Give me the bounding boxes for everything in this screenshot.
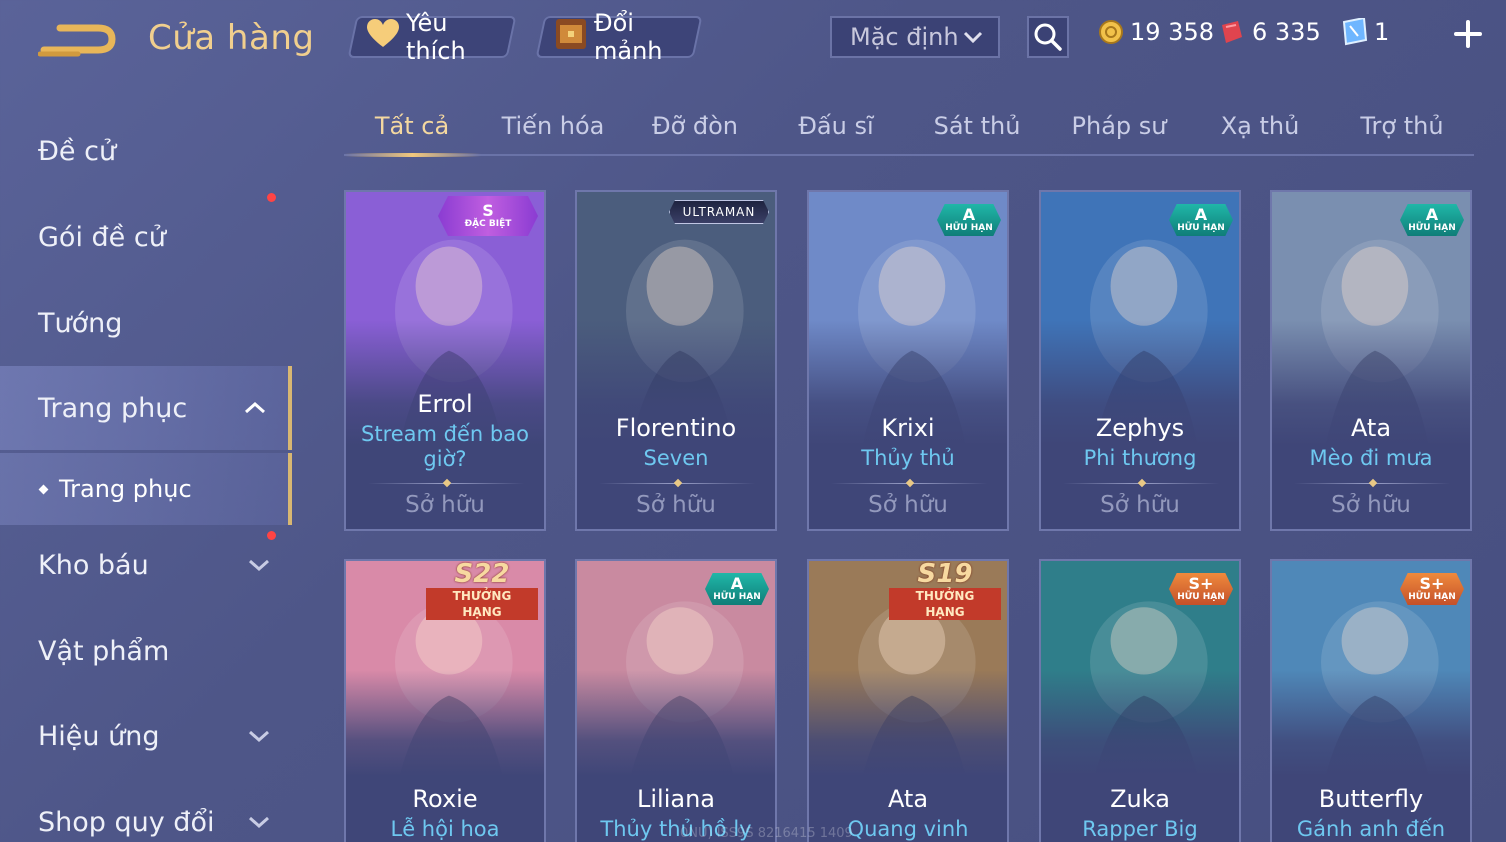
limited-tier-badge: A HỮU HẠN [705, 573, 769, 605]
sidebar-item-heroes[interactable]: Tướng [0, 281, 292, 365]
gold-coin-balance: 19 358 [1098, 18, 1214, 46]
skin-name: Gánh anh đến cùng [1296, 817, 1446, 841]
season-reward-badge: S19 THƯỞNG HẠNG [889, 561, 1001, 620]
skin-name: Thủy thủ [861, 446, 955, 470]
hero-name: Zuka [1110, 785, 1170, 813]
tab-support[interactable]: Trợ thủ [1334, 112, 1470, 140]
sidebar-item-skins[interactable]: Trang phục [0, 366, 292, 450]
sidebar-item-items[interactable]: Vật phẩm [0, 609, 292, 693]
owned-status: Sở hữu [636, 492, 716, 518]
tab-tank[interactable]: Đỡ đòn [627, 112, 763, 140]
skin-name: Seven [643, 446, 709, 470]
skin-name: Stream đến bao giờ? [361, 422, 529, 471]
owned-status: Sở hữu [868, 492, 948, 518]
hero-name: Zephys [1095, 414, 1185, 442]
skin-name: Phi thương [1083, 446, 1197, 470]
hero-name: Butterfly [1318, 785, 1424, 813]
skin-name: Rapper Big Panda [1082, 817, 1198, 841]
hero-name: Ata [1350, 414, 1392, 442]
limited-tier-badge: A HỮU HẠN [1400, 204, 1464, 236]
sidebar-item-exchange-shop[interactable]: Shop quy đổi [0, 780, 292, 842]
treasure-chest-icon [554, 17, 588, 57]
red-voucher-balance: 6 335 [1218, 18, 1321, 46]
limited-tier-badge: S+ HỮU HẠN [1169, 573, 1233, 605]
sidebar-subitem-skins[interactable]: Trang phục [0, 453, 292, 525]
notification-dot [267, 193, 276, 202]
back-arrow-icon[interactable] [38, 20, 118, 62]
hero-name: Florentino [615, 414, 737, 442]
hero-name: Liliana [637, 785, 715, 813]
hero-name: Krixi [881, 414, 935, 442]
skin-card[interactable]: A HỮU HẠN Krixi Thủy thủ Sở hữu [807, 190, 1009, 531]
search-button[interactable] [1027, 16, 1069, 58]
tab-evolution[interactable]: Tiến hóa [485, 112, 621, 140]
favorites-button[interactable]: Yêu thích [347, 9, 517, 65]
active-tab-indicator [344, 153, 481, 157]
hero-name: Errol [417, 390, 473, 418]
page-title: Cửa hàng [148, 18, 315, 58]
sidebar-item-bundles[interactable]: Gói đề cử [0, 193, 292, 279]
exchange-label: Đổi mảnh [594, 9, 663, 65]
sidebar-item-recommended[interactable]: Đề cử [0, 109, 292, 193]
skin-card[interactable]: S+ HỮU HẠN Butterfly Gánh anh đến cùng [1270, 559, 1472, 842]
category-tabs: Tất cả Tiến hóa Đỡ đòn Đấu sĩ Sát thủ Ph… [344, 100, 1474, 157]
limited-tier-badge: S+ HỮU HẠN [1400, 573, 1464, 605]
special-tier-badge: S ĐẶC BIỆT [438, 196, 538, 236]
hero-name: Roxie [412, 785, 478, 813]
tab-fighter[interactable]: Đấu sĩ [768, 112, 904, 140]
blue-ticket-balance: 1 [1340, 18, 1389, 46]
ultraman-collab-badge: ULTRAMAN [669, 200, 769, 224]
skin-card[interactable]: ULTRAMAN Florentino Seven Sở hữu [575, 190, 777, 531]
chevron-down-icon [963, 31, 983, 44]
limited-tier-badge: A HỮU HẠN [1169, 204, 1233, 236]
skin-name: Mèo đi mưa [1309, 446, 1433, 470]
tab-marksman[interactable]: Xạ thủ [1192, 112, 1328, 140]
heart-icon [366, 19, 400, 55]
add-currency-icon[interactable] [1452, 18, 1484, 50]
top-bar: Cửa hàng Yêu thích Đổi mảnh Mặc định 19 … [0, 0, 1506, 80]
skin-card[interactable]: S22 THƯỞNG HẠNG Roxie Lễ hội hoa [344, 559, 546, 842]
sidebar-item-effects[interactable]: Hiệu ứng [0, 694, 292, 778]
skin-name: Lễ hội hoa [390, 817, 500, 841]
favorites-label: Yêu thích [406, 9, 466, 65]
sort-selected-value: Mặc định [850, 23, 959, 51]
chevron-down-icon [249, 730, 269, 743]
red-voucher-icon [1218, 19, 1246, 45]
notification-dot [267, 531, 276, 540]
skin-card[interactable]: S19 THƯỞNG HẠNG Ata Quang vinh [807, 559, 1009, 842]
chevron-down-icon [249, 816, 269, 829]
sort-dropdown[interactable]: Mặc định [830, 16, 1000, 58]
skin-card[interactable]: S+ HỮU HẠN Zuka Rapper Big Panda [1039, 559, 1241, 842]
skin-card[interactable]: S ĐẶC BIỆT Errol Stream đến bao giờ? Sở hữ… [344, 190, 546, 531]
tab-all[interactable]: Tất cả [344, 112, 480, 140]
season-reward-badge: S22 THƯỞNG HẠNG [426, 561, 538, 620]
tab-mage[interactable]: Pháp sư [1051, 112, 1187, 140]
chevron-down-icon [249, 559, 269, 572]
owned-status: Sở hữu [1100, 492, 1180, 518]
hero-name: Ata [887, 785, 929, 813]
owned-status: Sở hữu [405, 492, 485, 518]
sidebar-item-treasure[interactable]: Kho báu [0, 523, 292, 607]
sidebar: Đề cử Gói đề cử Tướng Trang phục Trang p… [0, 105, 292, 842]
chevron-up-icon [245, 401, 265, 414]
skin-card[interactable]: A HỮU HẠN Ata Mèo đi mưa Sở hữu [1270, 190, 1472, 531]
limited-tier-badge: A HỮU HẠN [937, 204, 1001, 236]
gold-coin-icon [1098, 19, 1124, 45]
blue-ticket-icon [1340, 18, 1368, 46]
exchange-shards-button[interactable]: Đổi mảnh [535, 9, 703, 65]
tab-assassin[interactable]: Sát thủ [909, 112, 1045, 140]
skin-card[interactable]: A HỮU HẠN Zephys Phi thương Sở hữu [1039, 190, 1241, 531]
search-icon [1034, 23, 1062, 51]
watermark: 0NU) ISS9S 8216415 1409 [680, 826, 853, 841]
owned-status: Sở hữu [1331, 492, 1411, 518]
skin-card[interactable]: A HỮU HẠN Liliana Thủy thủ hồ ly [575, 559, 777, 842]
diamond-bullet-icon [38, 484, 49, 494]
